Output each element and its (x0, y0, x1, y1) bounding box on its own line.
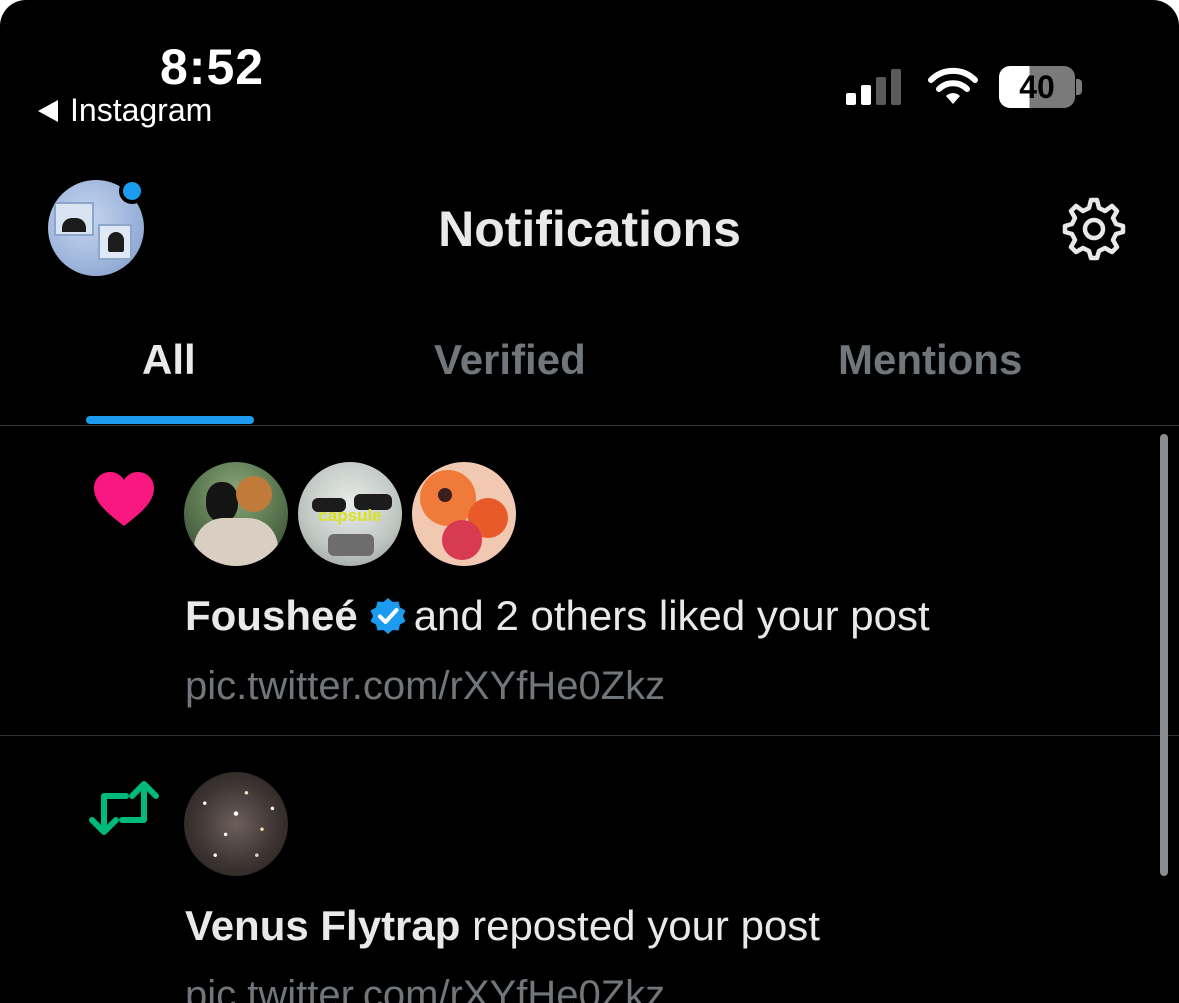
notification-message: and 2 others liked your post (413, 592, 930, 639)
avatar[interactable]: capsule (298, 462, 402, 566)
verified-badge-icon (370, 598, 406, 634)
avatar[interactable] (184, 462, 288, 566)
notifications-screen: 8:52 Instagram 40 Notifications All Veri… (0, 0, 1179, 1003)
avatar-figure (184, 772, 288, 876)
repost-icon (89, 781, 159, 835)
tab-all[interactable]: All (142, 336, 196, 384)
tabs-divider (0, 425, 1179, 426)
battery-indicator: 40 (999, 66, 1083, 108)
wifi-icon (928, 67, 978, 104)
battery-level: 40 (1019, 69, 1055, 105)
avatar-figure (194, 518, 278, 566)
tab-verified[interactable]: Verified (434, 336, 586, 384)
status-time: 8:52 (160, 39, 265, 95)
actor-name[interactable]: Venus Flytrap (185, 902, 460, 949)
avatar-caption: capsule (318, 506, 382, 525)
avatar-figure (442, 520, 482, 560)
actor-name[interactable]: Fousheé (185, 592, 358, 639)
avatar-figure (328, 534, 374, 556)
list-divider (0, 735, 1179, 736)
back-app-label: Instagram (70, 92, 213, 128)
post-link[interactable]: pic.twitter.com/rXYfHe0Zkz (185, 664, 665, 709)
avatar-figure (438, 488, 452, 502)
tab-mentions[interactable]: Mentions (838, 336, 1022, 384)
avatar[interactable] (412, 462, 516, 566)
battery-tip (1076, 79, 1082, 95)
avatar-figure (206, 482, 238, 522)
page-title: Notifications (438, 201, 741, 257)
notification-message: reposted your post (472, 902, 820, 949)
cellular-signal-icon (846, 69, 901, 105)
post-link[interactable]: pic.twitter.com/rXYfHe0Zkz (185, 973, 665, 1003)
heart-icon (94, 472, 154, 526)
avatar-figure (236, 476, 272, 512)
gear-icon[interactable] (1060, 195, 1128, 263)
back-arrow-icon (38, 99, 58, 122)
active-tab-indicator (86, 416, 254, 424)
notification-text: Fousheé and 2 others liked your post (185, 592, 930, 640)
back-to-app-link[interactable]: Instagram (38, 92, 212, 129)
notification-text: Venus Flytrap reposted your post (185, 902, 820, 950)
avatar[interactable] (184, 772, 288, 876)
scrollbar[interactable] (1160, 434, 1168, 876)
